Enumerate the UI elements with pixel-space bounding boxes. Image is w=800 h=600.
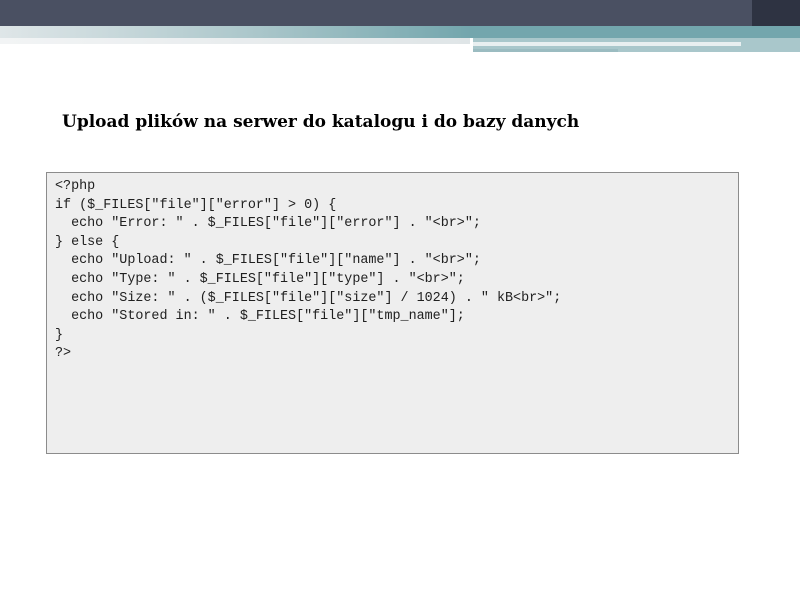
header-band-right-bottom	[473, 49, 618, 52]
slide-title: Upload plików na serwer do katalogu i do…	[62, 112, 580, 132]
header-band-teal-fade	[0, 26, 470, 38]
code-line: if ($_FILES["file"]["error"] > 0) {	[55, 197, 337, 213]
header-band-right-inner	[473, 42, 741, 46]
slide: Upload plików na serwer do katalogu i do…	[0, 0, 800, 600]
code-line: echo "Stored in: " . $_FILES["file"]["tm…	[55, 309, 465, 325]
code-line: ?>	[55, 346, 72, 362]
header-band-light	[0, 38, 470, 44]
code-line: } else {	[55, 234, 120, 250]
code-line: echo "Type: " . $_FILES["file"]["type"] …	[55, 271, 465, 287]
header-band-dark	[0, 0, 800, 26]
code-line: }	[55, 327, 64, 343]
code-line: echo "Upload: " . $_FILES["file"]["name"…	[55, 253, 481, 269]
code-line: echo "Size: " . ($_FILES["file"]["size"]…	[55, 290, 562, 306]
code-block: <?php if ($_FILES["file"]["error"] > 0) …	[46, 172, 739, 454]
header-band-dark-accent	[752, 0, 800, 26]
code-line: echo "Error: " . $_FILES["file"]["error"…	[55, 216, 481, 232]
code-line: <?php	[55, 179, 96, 194]
